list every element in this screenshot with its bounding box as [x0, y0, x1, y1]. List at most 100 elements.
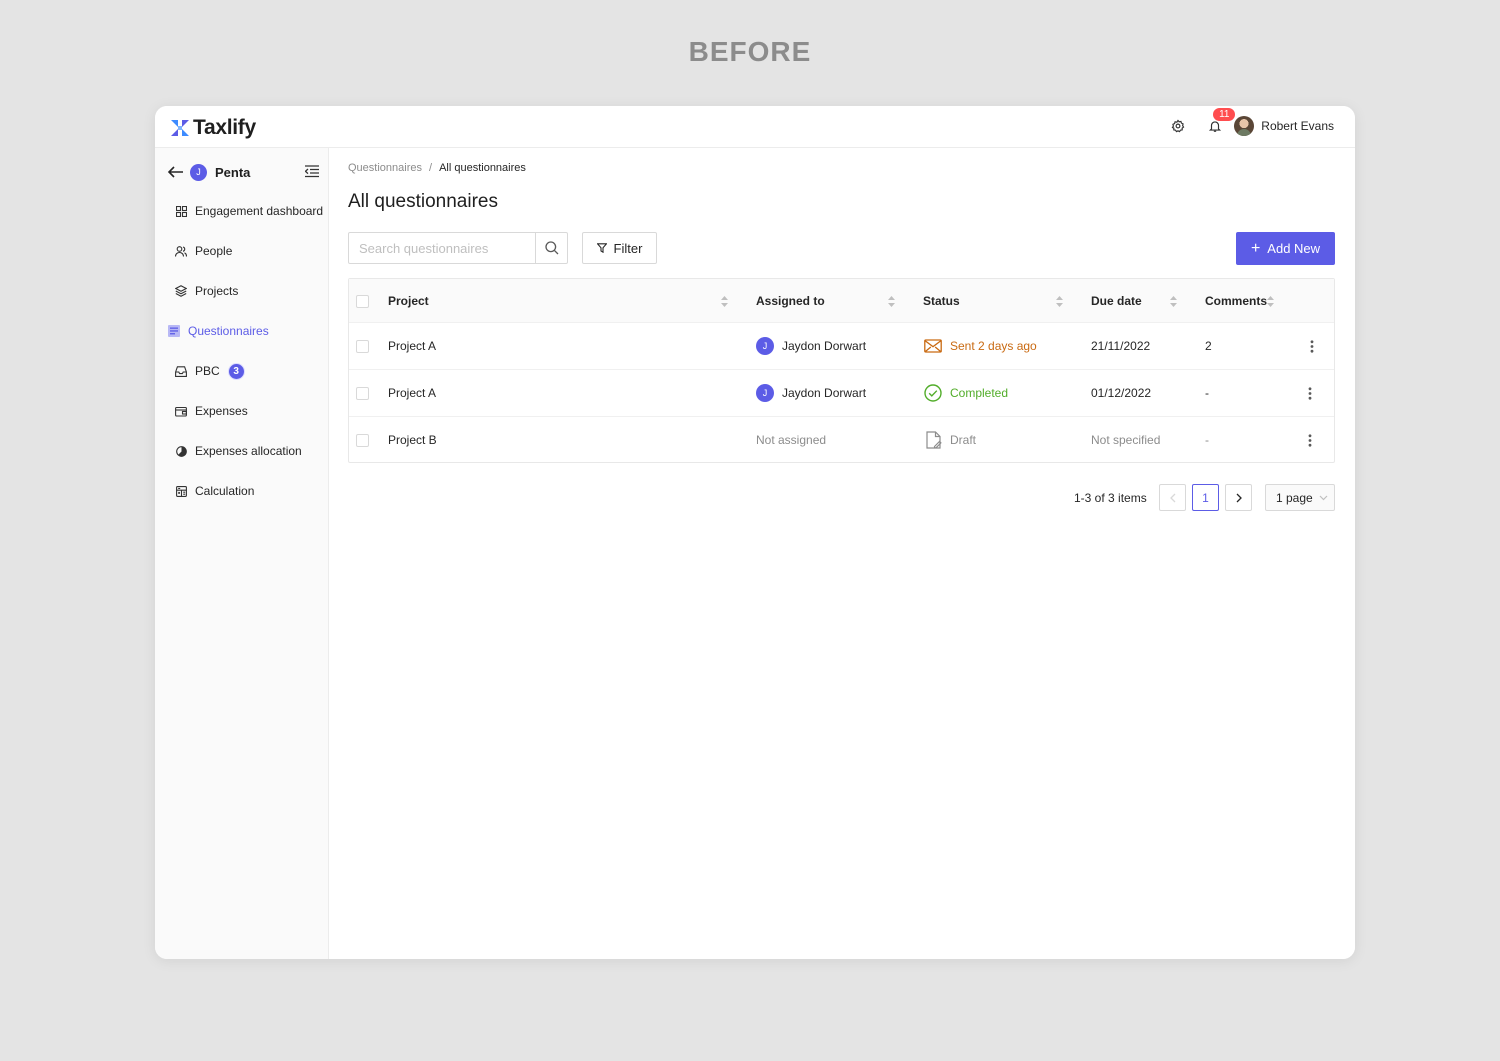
- sidebar-item-label: Engagement dashboard: [195, 204, 324, 218]
- sidebar-item-label: People: [195, 244, 233, 258]
- filter-icon: [596, 243, 607, 253]
- plus-icon: +: [1250, 239, 1261, 257]
- project-cell: Project A: [388, 339, 437, 353]
- notification-badge: 11: [1212, 107, 1237, 122]
- gear-icon: [1171, 119, 1185, 133]
- project-cell: Project B: [388, 433, 437, 447]
- column-header-due-date[interactable]: Due date: [1091, 279, 1142, 323]
- page-button-current[interactable]: 1: [1192, 484, 1219, 511]
- select-all-checkbox[interactable]: [356, 294, 369, 308]
- sidebar-item-calculation[interactable]: Calculation: [155, 471, 329, 511]
- row-actions-cell: [1302, 417, 1318, 463]
- table-row[interactable]: Project A J Jaydon Dorwart Completed 01/…: [349, 370, 1334, 417]
- row-checkbox[interactable]: [356, 339, 369, 353]
- search-icon: [544, 241, 558, 255]
- settings-button[interactable]: [1166, 114, 1190, 138]
- sidebar-item-questionnaires[interactable]: Questionnaires: [155, 311, 329, 351]
- sidebar-item-label: Calculation: [195, 484, 255, 498]
- page-size-value: 1 page: [1276, 490, 1313, 505]
- questionnaires-table: Project Assigned to Status Due date Comm…: [348, 278, 1335, 463]
- more-options-icon[interactable]: [1302, 432, 1318, 448]
- menu-collapse-icon[interactable]: [305, 165, 319, 178]
- due-date-cell: Not specified: [1091, 433, 1161, 447]
- prev-page-button[interactable]: [1159, 484, 1186, 511]
- sort-icon[interactable]: [1170, 296, 1177, 307]
- page-heading: BEFORE: [688, 36, 812, 67]
- pbc-count-badge: 3: [227, 362, 245, 380]
- add-new-label: Add New: [1267, 241, 1321, 256]
- sort-icon[interactable]: [888, 296, 895, 307]
- more-options-icon[interactable]: [1304, 338, 1320, 354]
- sidebar-item-label: Expenses: [195, 404, 248, 418]
- user-name[interactable]: Robert Evans: [1261, 119, 1334, 133]
- sidebar-item-projects[interactable]: Projects: [155, 271, 329, 311]
- sort-icon[interactable]: [1056, 296, 1063, 307]
- sidebar-item-people[interactable]: People: [155, 231, 329, 271]
- sidebar-item-expenses-allocation[interactable]: Expenses allocation: [155, 431, 329, 471]
- grid-icon: [175, 205, 187, 217]
- comments-cell: 2: [1205, 339, 1212, 353]
- status-text: Draft: [950, 433, 977, 447]
- check-circle-icon: [924, 384, 942, 402]
- column-header-project[interactable]: Project: [388, 279, 429, 323]
- sidebar-item-pbc[interactable]: PBC 3: [155, 351, 329, 391]
- app-logo[interactable]: Taxlify: [171, 116, 256, 140]
- column-header-status[interactable]: Status: [923, 279, 960, 323]
- status-cell: Completed: [924, 370, 1008, 416]
- pie-chart-icon: [175, 445, 187, 457]
- notifications-button[interactable]: 11: [1203, 107, 1237, 138]
- pagination: 1-3 of 3 items 1 1 page: [329, 484, 1355, 512]
- row-actions-cell: [1304, 323, 1320, 369]
- top-bar: Taxlify 11 Robert Evans: [155, 106, 1355, 148]
- sort-icon[interactable]: [1267, 296, 1274, 307]
- filter-button[interactable]: Filter: [582, 232, 657, 264]
- search-box: [348, 232, 568, 264]
- taxlify-logo-icon: [171, 119, 189, 137]
- sidebar-item-label: PBC: [195, 364, 220, 378]
- page-size-select[interactable]: 1 page: [1265, 484, 1335, 511]
- comments-cell: -: [1205, 386, 1209, 400]
- search-input[interactable]: [349, 233, 535, 263]
- assignee-avatar: J: [756, 337, 774, 355]
- project-header: J Penta: [167, 162, 319, 182]
- sort-icon[interactable]: [721, 296, 728, 307]
- column-header-comments[interactable]: Comments: [1205, 279, 1267, 323]
- assignee-cell: J Jaydon Dorwart: [756, 323, 866, 369]
- row-checkbox[interactable]: [356, 433, 369, 447]
- table-row[interactable]: Project B Not assigned Draft Not specifi…: [349, 417, 1334, 464]
- row-checkbox-cell: [356, 323, 369, 369]
- app-window: Taxlify 11 Robert Evans J Penta Engageme…: [155, 106, 1355, 959]
- app-name: Taxlify: [193, 116, 256, 139]
- filter-label: Filter: [613, 240, 643, 256]
- layers-icon: [175, 285, 187, 297]
- project-cell: Project A: [388, 386, 437, 400]
- sidebar-item-label: Expenses allocation: [195, 444, 302, 458]
- back-arrow-icon[interactable]: [167, 165, 185, 179]
- row-checkbox-cell: [356, 370, 369, 416]
- next-page-button[interactable]: [1225, 484, 1252, 511]
- add-new-button[interactable]: + Add New: [1236, 232, 1335, 265]
- table-row[interactable]: Project A J Jaydon Dorwart Sent 2 days a…: [349, 323, 1334, 370]
- breadcrumb-link-questionnaires[interactable]: Questionnaires: [348, 162, 422, 174]
- draft-document-icon: [926, 431, 942, 449]
- chevron-left-icon: [1169, 493, 1175, 502]
- sidebar-nav: Engagement dashboard People Projects Que…: [155, 191, 329, 511]
- form-icon: [168, 325, 180, 337]
- row-checkbox[interactable]: [356, 386, 369, 400]
- envelope-icon: [924, 338, 942, 354]
- column-header-assigned-to[interactable]: Assigned to: [756, 279, 825, 323]
- due-date-cell: 21/11/2022: [1091, 339, 1151, 353]
- status-text: Completed: [950, 386, 1009, 400]
- assignee-cell: Not assigned: [756, 417, 826, 463]
- comments-cell: -: [1205, 433, 1209, 447]
- status-cell: Draft: [926, 417, 976, 463]
- user-avatar[interactable]: [1234, 116, 1255, 136]
- select-all-cell: [356, 279, 369, 323]
- sidebar-item-label: Projects: [195, 284, 239, 298]
- search-button[interactable]: [535, 233, 567, 263]
- sidebar-item-expenses[interactable]: Expenses: [155, 391, 329, 431]
- page-title: All questionnaires: [348, 191, 498, 212]
- more-options-icon[interactable]: [1302, 385, 1318, 401]
- sidebar-item-engagement-dashboard[interactable]: Engagement dashboard: [155, 191, 329, 231]
- calculator-icon: [175, 485, 187, 497]
